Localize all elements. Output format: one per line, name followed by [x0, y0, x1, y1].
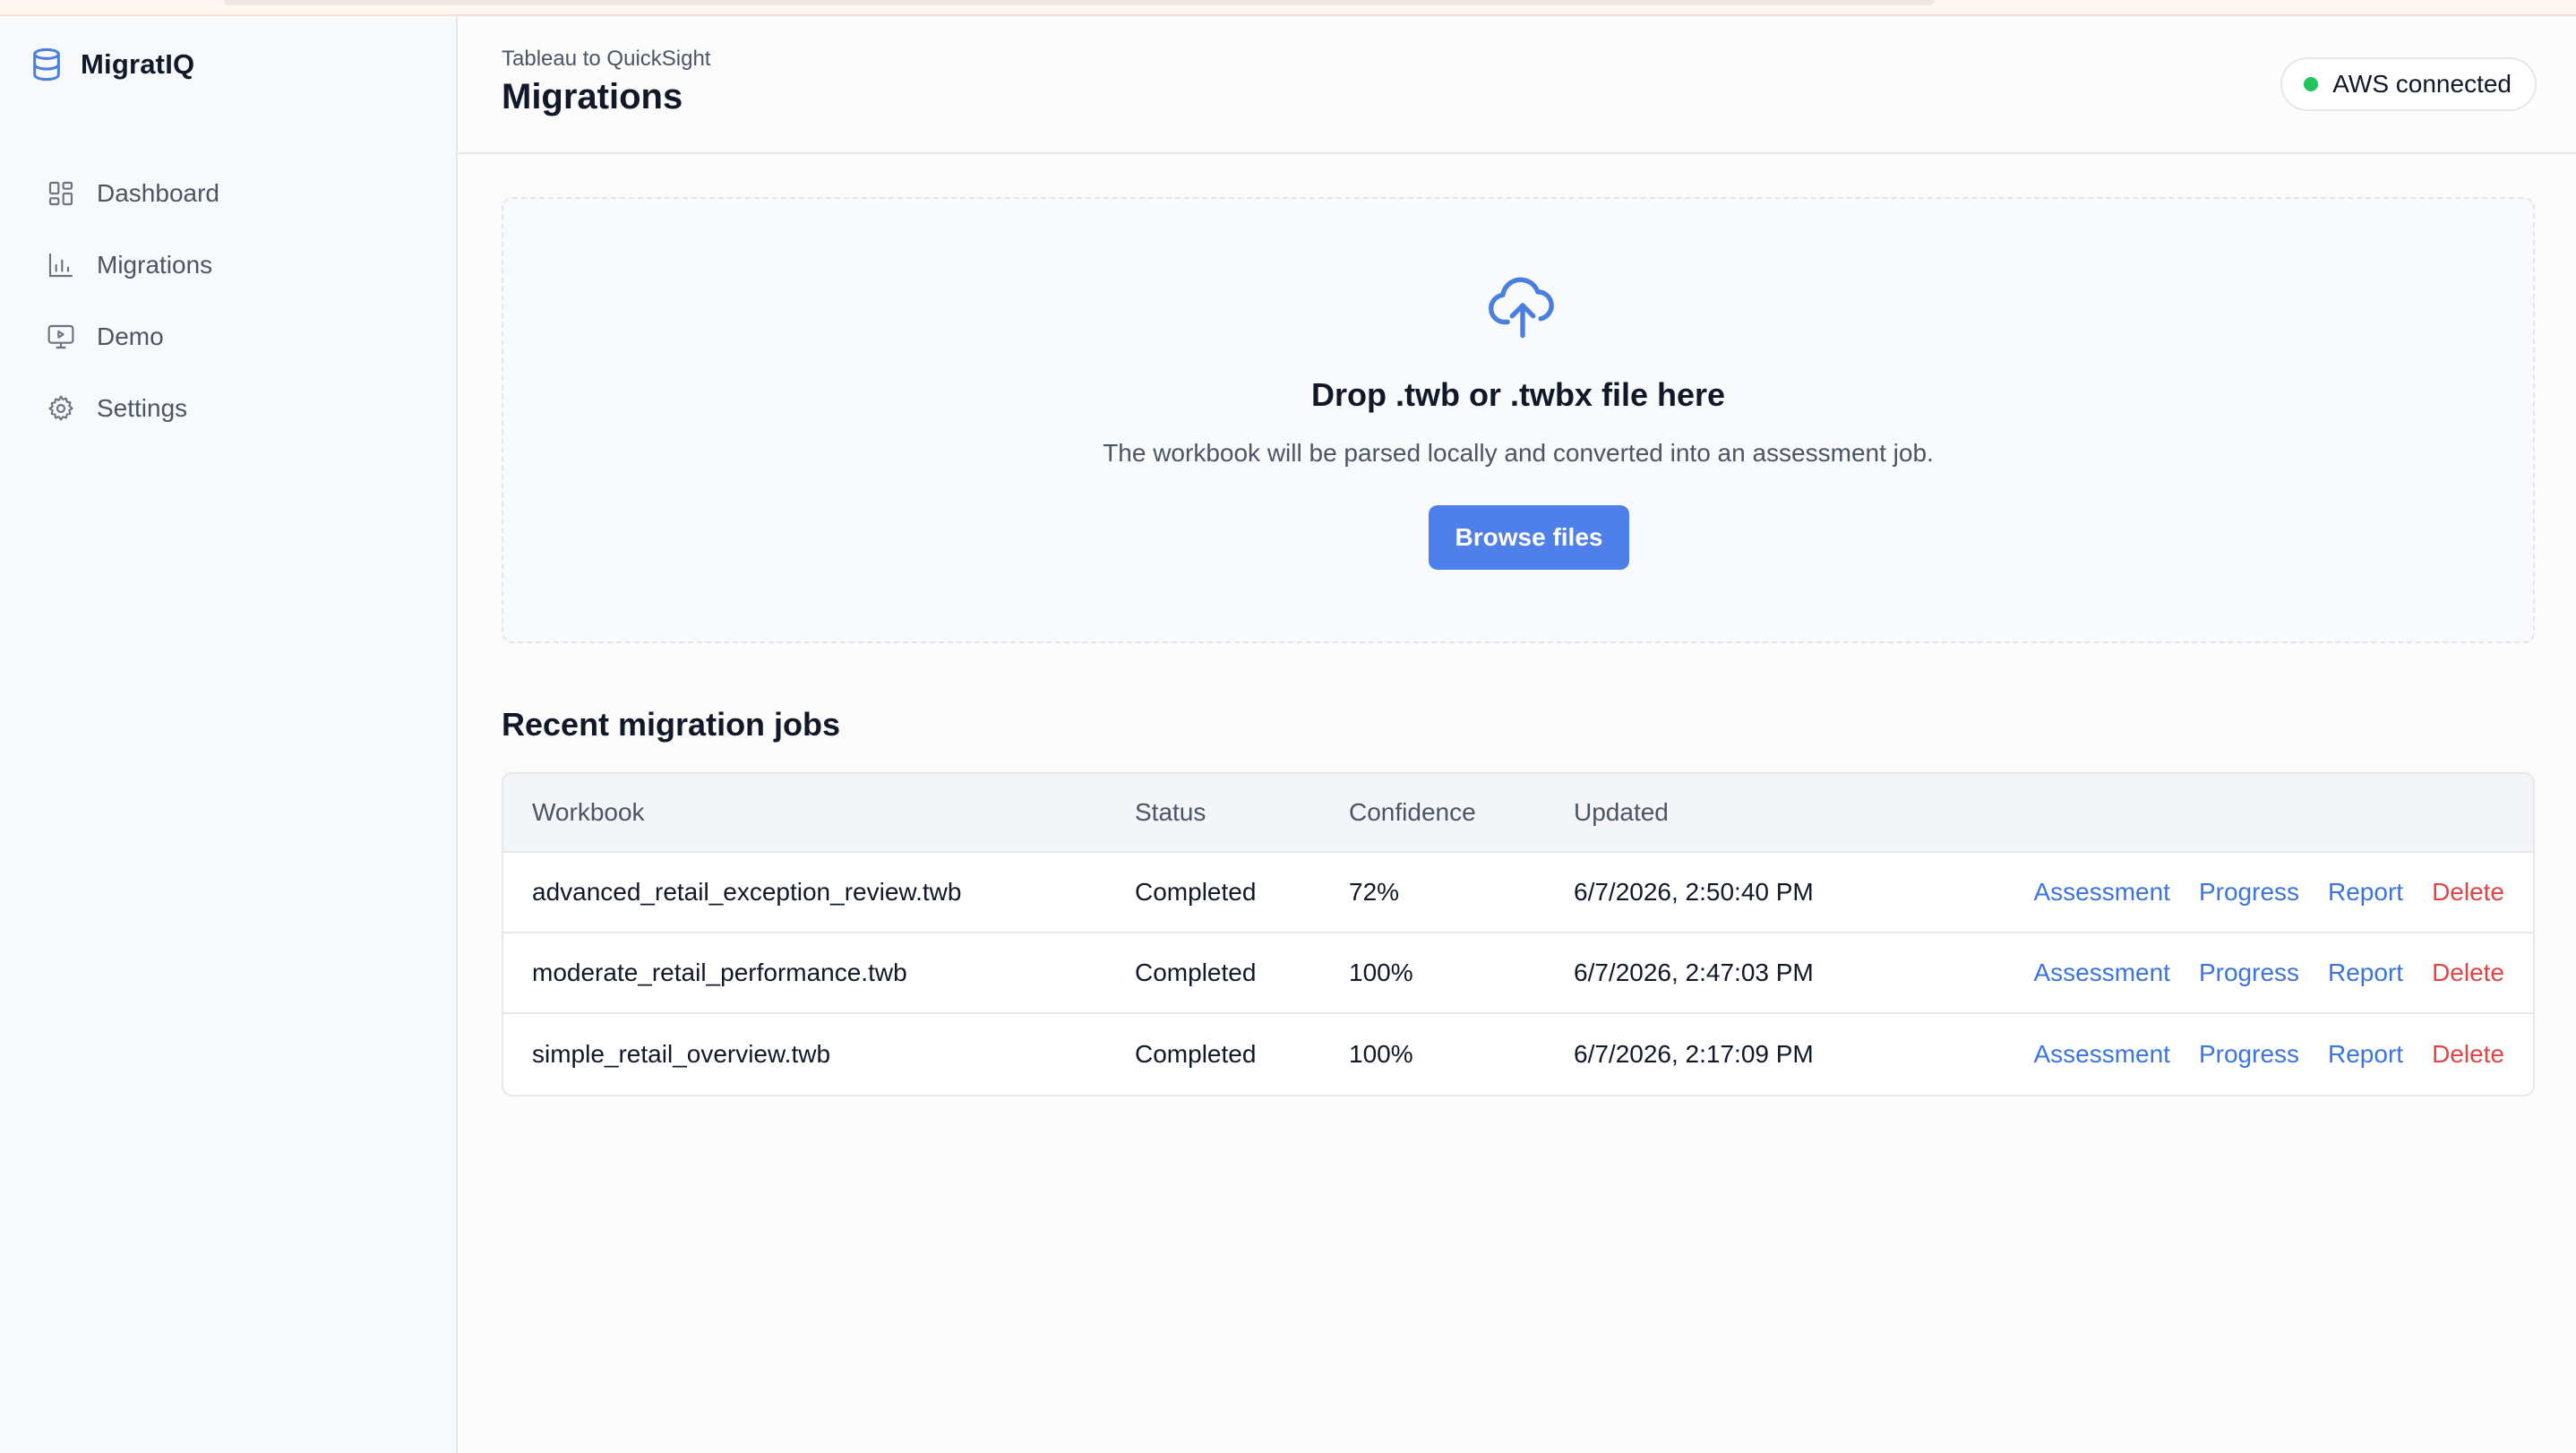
cell-workbook: simple_retail_overview.twb — [532, 1040, 831, 1068]
delete-link[interactable]: Delete — [2432, 878, 2504, 907]
browser-top-strip — [0, 0, 2576, 16]
column-header-workbook: Workbook — [532, 798, 645, 826]
row-actions: Assessment Progress Report Delete — [2033, 1040, 2504, 1069]
assessment-link[interactable]: Assessment — [2033, 1040, 2170, 1069]
cell-workbook: moderate_retail_performance.twb — [532, 959, 907, 986]
breadcrumb: Tableau to QuickSight — [502, 47, 711, 71]
cell-updated: 6/7/2026, 2:47:03 PM — [1574, 959, 1814, 986]
cell-confidence: 72% — [1349, 878, 1400, 906]
report-link[interactable]: Report — [2328, 878, 2403, 907]
brand[interactable]: MigratIQ — [29, 47, 194, 82]
section-title: Recent migration jobs — [502, 706, 841, 743]
dashboard-grid-icon — [48, 181, 73, 206]
report-link[interactable]: Report — [2328, 1040, 2403, 1069]
sidebar-item-migrations[interactable]: Migrations — [47, 229, 423, 301]
cell-confidence: 100% — [1349, 959, 1413, 986]
table-header: Workbook Status Confidence Updated — [503, 774, 2533, 853]
sidebar: MigratIQ Dashboard Migrations Demo Setti… — [0, 16, 458, 1453]
sidebar-nav: Dashboard Migrations Demo Settings — [47, 158, 423, 444]
column-header-status: Status — [1135, 798, 1206, 826]
assessment-link[interactable]: Assessment — [2033, 878, 2170, 907]
table-row: simple_retail_overview.twb Completed 100… — [503, 1014, 2533, 1095]
progress-link[interactable]: Progress — [2199, 1040, 2299, 1069]
gear-icon — [48, 395, 73, 421]
sidebar-item-label: Migrations — [97, 251, 213, 279]
row-actions: Assessment Progress Report Delete — [2033, 959, 2504, 987]
dropzone-description: The workbook will be parsed locally and … — [1103, 439, 1934, 467]
browser-tab-bar — [224, 0, 1935, 5]
jobs-table: Workbook Status Confidence Updated advan… — [502, 772, 2535, 1096]
column-header-confidence: Confidence — [1349, 798, 1476, 826]
sidebar-item-label: Demo — [97, 322, 164, 350]
cell-status: Completed — [1135, 878, 1257, 906]
brand-name: MigratIQ — [81, 48, 195, 80]
sidebar-item-label: Settings — [97, 394, 188, 422]
sidebar-item-settings[interactable]: Settings — [47, 373, 423, 444]
dropzone-title: Drop .twb or .twbx file here — [1310, 376, 1726, 413]
cell-status: Completed — [1135, 1040, 1257, 1068]
cell-status: Completed — [1135, 959, 1257, 986]
main-content: Tableau to QuickSight Migrations AWS con… — [458, 16, 2576, 1453]
column-header-updated: Updated — [1574, 798, 1669, 826]
cell-updated: 6/7/2026, 2:17:09 PM — [1574, 1040, 1814, 1068]
cell-confidence: 100% — [1349, 1040, 1413, 1068]
row-actions: Assessment Progress Report Delete — [2033, 878, 2504, 907]
status-badge-label: AWS connected — [2332, 70, 2512, 98]
page-header: Tableau to QuickSight Migrations AWS con… — [458, 16, 2576, 154]
progress-link[interactable]: Progress — [2199, 878, 2299, 907]
table-row: advanced_retail_exception_review.twb Com… — [503, 853, 2533, 933]
sidebar-item-demo[interactable]: Demo — [47, 301, 423, 373]
cell-workbook: advanced_retail_exception_review.twb — [532, 878, 962, 906]
delete-link[interactable]: Delete — [2432, 959, 2504, 987]
progress-link[interactable]: Progress — [2199, 959, 2299, 987]
monitor-play-icon — [47, 324, 74, 349]
report-link[interactable]: Report — [2328, 959, 2403, 987]
database-icon — [33, 47, 60, 82]
page-title: Migrations — [502, 77, 683, 116]
cell-updated: 6/7/2026, 2:50:40 PM — [1574, 878, 1814, 906]
assessment-link[interactable]: Assessment — [2033, 959, 2170, 987]
cloud-upload-icon — [1489, 277, 1554, 339]
table-row: moderate_retail_performance.twb Complete… — [503, 933, 2533, 1014]
delete-link[interactable]: Delete — [2432, 1040, 2504, 1069]
sidebar-item-dashboard[interactable]: Dashboard — [47, 158, 423, 229]
file-dropzone[interactable]: Drop .twb or .twbx file here The workboo… — [502, 197, 2535, 643]
status-badge: AWS connected — [2280, 57, 2537, 111]
status-dot-icon — [2304, 77, 2319, 91]
sidebar-item-label: Dashboard — [97, 179, 219, 207]
bar-chart-icon — [48, 253, 73, 278]
browse-files-button[interactable]: Browse files — [1429, 505, 1629, 570]
app-shell: MigratIQ Dashboard Migrations Demo Setti… — [0, 16, 2576, 1453]
